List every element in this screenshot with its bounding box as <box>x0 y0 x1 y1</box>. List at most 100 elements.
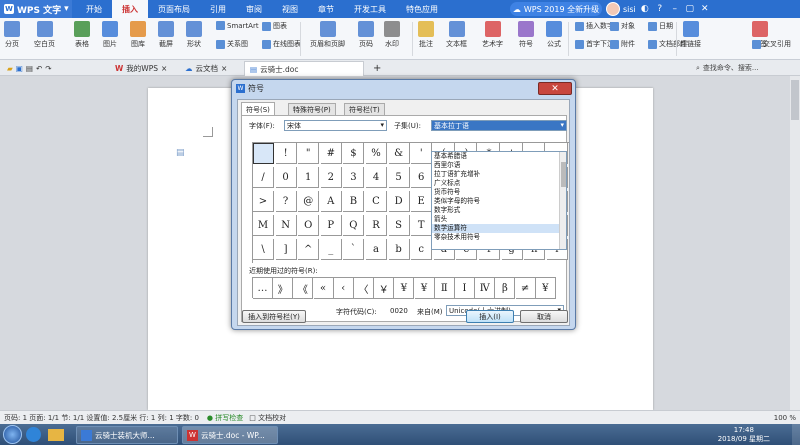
dialog-title-bar[interactable]: W 符号 <box>232 80 575 97</box>
menu-tab[interactable]: 页面布局 <box>148 0 200 18</box>
ribbon-button-formula[interactable]: 公式 <box>546 21 562 49</box>
recent-symbol-cell[interactable]: 〈 <box>354 278 374 299</box>
recent-symbol-cell[interactable]: Ⅳ <box>475 278 496 299</box>
char-code-value[interactable]: 0020 <box>390 307 408 315</box>
menu-tab[interactable]: 章节 <box>308 0 344 18</box>
dropdown-scrollbar[interactable] <box>559 152 566 249</box>
subset-dropdown-list[interactable]: 基本希腊语 西里尔语 拉丁语扩充增补 广义标点 货币符号 类似字母的符号 数字形式 箭头 数学运… <box>431 151 567 250</box>
ribbon-button-header-footer[interactable]: 页眉和页脚 <box>310 21 345 49</box>
cancel-button[interactable]: 取消 <box>520 310 568 323</box>
menu-tab[interactable]: 开始 <box>76 0 112 18</box>
tab-symbol-bar[interactable]: 符号栏(T) <box>344 103 385 115</box>
recent-symbol-cell[interactable]: « <box>313 278 334 299</box>
subset-option[interactable]: 数字形式 <box>432 206 566 215</box>
recent-symbol-cell[interactable]: 《 <box>293 278 314 299</box>
symbol-cell[interactable]: P <box>320 215 342 236</box>
subset-option[interactable]: 拉丁语扩充增补 <box>432 170 566 179</box>
symbol-cell[interactable]: " <box>298 143 320 164</box>
menu-tab[interactable]: 引用 <box>200 0 236 18</box>
symbol-cell[interactable]: T <box>411 215 433 236</box>
symbol-cell[interactable]: b <box>388 239 410 260</box>
ribbon-button-symbol[interactable]: 符号 <box>518 21 534 49</box>
dialog-close-button[interactable]: ✕ <box>538 82 572 95</box>
symbol-cell[interactable]: & <box>388 143 410 164</box>
symbol-cell[interactable]: S <box>388 215 410 236</box>
subset-option[interactable]: 零杂技术用符号 <box>432 233 566 242</box>
ribbon-small-relation[interactable]: 关系图 <box>216 39 248 49</box>
symbol-cell[interactable]: c <box>411 239 433 260</box>
ribbon-small-doc-part[interactable]: 文档部件 <box>648 39 687 49</box>
recent-symbol-cell[interactable]: Ⅱ <box>434 278 455 299</box>
ribbon-button-comment[interactable]: 批注 <box>418 21 434 49</box>
scrollbar-thumb[interactable] <box>561 162 566 187</box>
vertical-scrollbar[interactable] <box>790 76 800 410</box>
symbol-cell[interactable] <box>253 143 274 164</box>
recent-symbol-cell[interactable]: ¥ <box>414 278 435 299</box>
symbol-cell[interactable]: N <box>275 215 297 236</box>
symbol-cell[interactable]: ] <box>275 239 297 260</box>
symbol-cell[interactable]: ' <box>411 143 433 164</box>
recent-symbol-cell[interactable]: … <box>253 278 273 299</box>
symbol-cell[interactable]: R <box>366 215 387 236</box>
tab-document[interactable]: ▤ 云骑士.doc <box>244 61 364 76</box>
save-icon[interactable]: ▣ <box>16 64 23 73</box>
ribbon-button-picture[interactable]: 图片 <box>102 21 118 49</box>
ribbon-small-number[interactable]: 插入数字 <box>575 21 614 31</box>
upgrade-button[interactable]: ☁ WPS 2019 全新升级 <box>510 2 602 16</box>
tab-my-wps[interactable]: W 我的WPS × <box>110 61 172 76</box>
tab-cloud-docs[interactable]: ☁ 云文档 × <box>180 61 232 76</box>
close-icon[interactable]: × <box>161 64 167 73</box>
close-icon[interactable]: ✕ <box>699 3 711 15</box>
recent-symbol-cell[interactable]: ¥ <box>394 278 415 299</box>
app-menu-button[interactable]: W WPS 文字 ▾ <box>0 0 72 18</box>
ribbon-button-wordart[interactable]: 艺术字 <box>482 21 503 49</box>
ribbon-button-shape[interactable]: 形状 <box>186 21 202 49</box>
subset-option[interactable]: 广义标点 <box>432 179 566 188</box>
symbol-cell[interactable]: E <box>411 191 433 212</box>
tab-special-symbol[interactable]: 特殊符号(P) <box>288 103 336 115</box>
skin-icon[interactable]: ◐ <box>639 3 651 15</box>
ribbon-button-table[interactable]: 表格 <box>74 21 90 49</box>
menu-tab[interactable]: 视图 <box>272 0 308 18</box>
command-search[interactable]: ⌕ 查找命令、搜索... <box>696 62 796 74</box>
symbol-cell[interactable]: ? <box>275 191 297 212</box>
redo-icon[interactable]: ↷ <box>45 64 51 73</box>
insert-button[interactable]: 插入(I) <box>466 310 514 323</box>
ribbon-small-object[interactable]: 对象 <box>610 21 635 31</box>
symbol-cell[interactable]: @ <box>298 191 320 212</box>
symbol-cell[interactable]: C <box>366 191 387 212</box>
browser-icon[interactable] <box>26 427 41 442</box>
taskbar-item-wps[interactable]: W 云骑士.doc - WP... <box>182 426 278 444</box>
ribbon-small-smartart[interactable]: SmartArt <box>216 21 259 30</box>
open-folder-icon[interactable]: ▰ <box>7 64 13 73</box>
recent-symbol-cell[interactable]: β <box>495 278 516 299</box>
symbol-cell[interactable]: \ <box>253 239 274 260</box>
symbol-cell[interactable]: ` <box>343 239 365 260</box>
symbol-cell[interactable]: 3 <box>343 167 365 188</box>
symbol-cell[interactable]: D <box>388 191 410 212</box>
spell-check-status[interactable]: ● 拼写检查 <box>207 413 243 423</box>
subset-option[interactable]: 基本希腊语 <box>432 152 566 161</box>
symbol-cell[interactable]: 6 <box>411 167 433 188</box>
recent-symbol-cell[interactable]: Ⅰ <box>455 278 475 299</box>
maximize-icon[interactable]: ▢ <box>684 3 696 15</box>
symbol-cell[interactable]: ^ <box>298 239 320 260</box>
font-select[interactable]: 宋体 ▾ <box>284 120 387 131</box>
avatar[interactable] <box>606 2 620 16</box>
insert-to-symbol-bar-button[interactable]: 插入到符号栏(Y) <box>242 310 306 323</box>
undo-icon[interactable]: ↶ <box>36 64 42 73</box>
folder-icon[interactable] <box>48 429 64 441</box>
show-desktop-button[interactable] <box>792 424 800 445</box>
recent-symbol-cell[interactable]: ≠ <box>515 278 536 299</box>
ribbon-button-page-number[interactable]: 页码 <box>358 21 374 49</box>
symbol-cell[interactable]: # <box>320 143 342 164</box>
ribbon-button-page-break[interactable]: 分页 <box>4 21 20 49</box>
symbol-cell[interactable]: A <box>320 191 342 212</box>
ribbon-button-screenshot[interactable]: 截屏 <box>158 21 174 49</box>
symbol-cell[interactable]: $ <box>343 143 365 164</box>
menu-tab[interactable]: 审阅 <box>236 0 272 18</box>
subset-option[interactable]: 数学运算符 <box>432 224 566 233</box>
user-name[interactable]: sisi <box>623 5 636 14</box>
symbol-cell[interactable]: 4 <box>366 167 387 188</box>
menu-tab[interactable]: 插入 <box>112 0 148 18</box>
